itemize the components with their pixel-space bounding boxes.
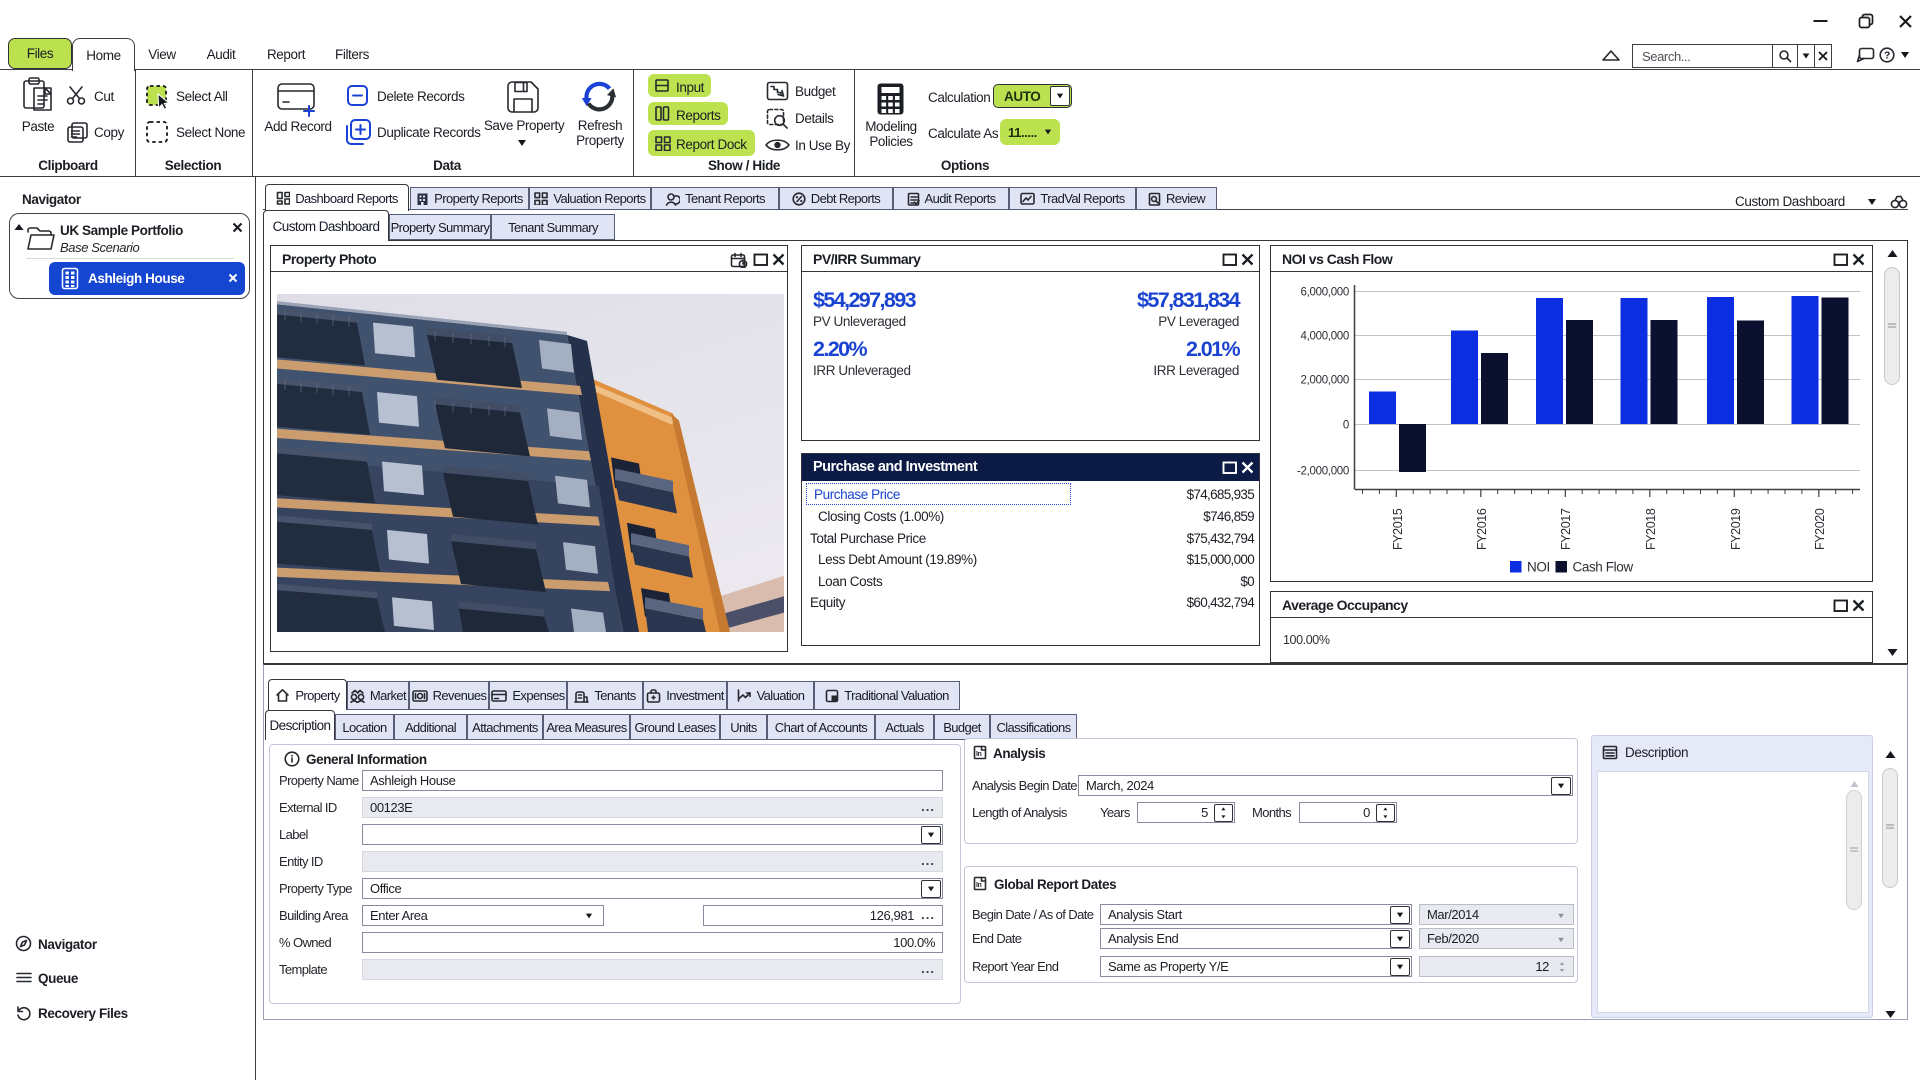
svg-text:FY2018: FY2018 [1644,508,1658,550]
svg-text:?: ? [1884,51,1890,62]
svg-text:NOI: NOI [1527,560,1550,575]
svg-text:-2,000,000: -2,000,000 [1297,466,1349,478]
svg-text:FY2015: FY2015 [1391,508,1405,550]
svg-text:Cash Flow: Cash Flow [1573,560,1634,575]
svg-text:FY2019: FY2019 [1729,508,1743,550]
svg-text:FY2016: FY2016 [1475,508,1489,550]
svg-text:FY2020: FY2020 [1813,508,1827,550]
svg-text:6,000,000: 6,000,000 [1301,287,1349,299]
svg-text:In: In [976,882,982,889]
svg-text:2,000,000: 2,000,000 [1301,375,1349,387]
svg-text:In: In [976,751,982,758]
svg-text:4,000,000: 4,000,000 [1301,331,1349,343]
svg-text:0: 0 [1343,420,1349,432]
svg-text:FY2017: FY2017 [1559,508,1573,550]
